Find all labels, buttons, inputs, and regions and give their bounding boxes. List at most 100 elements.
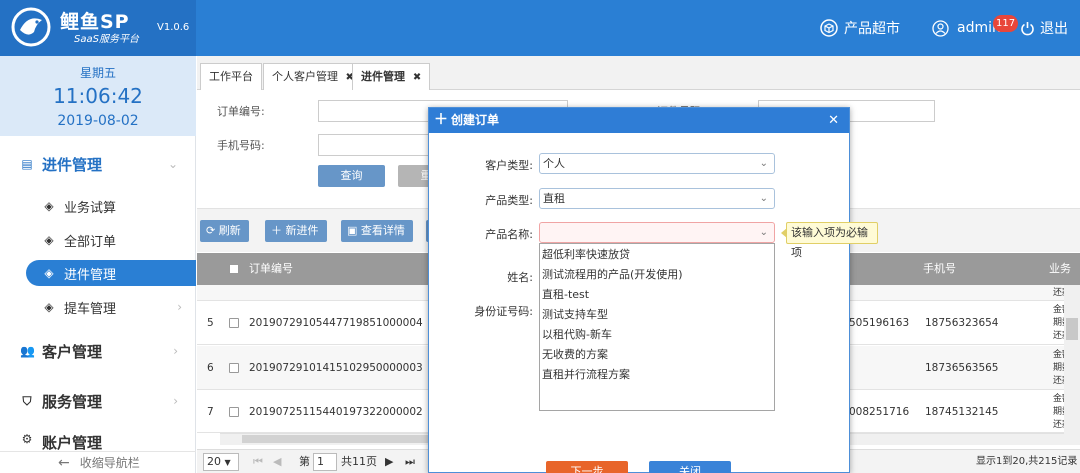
row-checkbox[interactable] [229,318,239,328]
order-no-cell: 20190729105447719851000004 [249,317,423,329]
customer-type-select[interactable]: 个人 ⌄ [539,153,775,174]
row-checkbox[interactable] [229,363,239,373]
shield-icon: ⛉ [22,393,32,408]
tab-workbench[interactable]: 工作平台 [200,63,262,90]
tab-label: 个人客户管理 [272,70,338,83]
plus-icon: ＋ [434,112,448,128]
close-dialog-button[interactable]: 关闭 [649,461,731,473]
sidebar-item-label: 提车管理 [64,301,117,317]
prev-page-icon[interactable]: ◀ [273,450,281,473]
refresh-button[interactable]: ⟳ 刷新 [200,220,249,242]
view-details-button[interactable]: ▣ 查看详情 [341,220,413,242]
tag-icon: ◈ [44,266,54,280]
next-page-icon[interactable]: ▶ [385,450,393,473]
clock-weekday: 星期五 [79,66,116,80]
phone-cell: 18745132145 [925,406,999,418]
phone-cell: 18756323654 [925,317,999,329]
user-menu[interactable]: admin [932,0,1001,56]
sidebar-group-progress[interactable]: ▤ 进件管理 ⌄ [0,147,196,181]
create-order-dialog: ＋ 创建订单 ✕ 客户类型: 个人 ⌄ 产品类型: 直租 ⌄ 产品名称: ⌄ 该… [428,107,878,473]
chevron-down-icon: ⌄ [759,227,768,238]
dropdown-option[interactable]: 无收费的方案 [542,345,608,365]
phone-cell: 18736563565 [925,362,999,374]
tab-personal-customers[interactable]: 个人客户管理 ✖ [263,63,363,90]
required-field-tooltip: 该输入项为必输项 [786,222,878,259]
first-page-icon[interactable]: ⏮ [253,450,263,473]
chevron-down-icon: ⌄ [759,193,768,204]
collapse-sidebar-button[interactable]: ← 收缩导航栏 [0,451,196,473]
customer-type-value: 个人 [543,157,565,170]
tab-progress[interactable]: 进件管理 ✖ [352,63,431,90]
record-summary: 显示1到20,共215记录 [976,456,1078,467]
sidebar-item-all-orders[interactable]: ◈ 全部订单 [0,227,196,253]
page-suffix: 共11页 [341,455,377,468]
dropdown-option[interactable]: 测试支持车型 [542,305,608,325]
clock-date: 2019-08-02 [57,113,139,129]
sidebar-group-customer[interactable]: 👥 客户管理 › [0,334,196,368]
select-all-checkbox[interactable] [229,264,239,274]
product-market-label: 产品超市 [844,21,900,37]
top-bar: 鲤鱼SP V1.0.6 SaaS服务平台 产品超市 admin 117 退出 [0,0,1080,56]
tab-label: 工作平台 [209,70,253,83]
row-index: 5 [207,317,214,329]
horizontal-scrollbar-thumb[interactable] [242,435,442,443]
column-header-business: 业务信息 [1049,262,1071,307]
logout-label: 退出 [1040,21,1068,37]
product-name-label: 产品名称: [485,228,533,241]
product-type-select[interactable]: 直租 ⌄ [539,188,775,209]
new-entry-label: 新进件 [285,224,319,237]
dropdown-option[interactable]: 直租并行流程方案 [542,365,630,385]
dropdown-option[interactable]: 测试流程用的产品(开发使用) [542,265,683,285]
dropdown-option[interactable]: 超低利率快速放贷 [542,245,630,265]
name-label: 姓名: [507,271,533,284]
product-name-select[interactable]: ⌄ [539,222,775,243]
app-version: V1.0.6 [157,22,190,33]
sidebar-group-account[interactable]: ⚙ 账户管理 [0,432,196,450]
tab-label: 进件管理 [361,70,405,83]
product-market-link[interactable]: 产品超市 [820,0,900,56]
view-details-label: 查看详情 [360,224,405,237]
sidebar-item-label: 全部订单 [64,234,117,250]
id-cell: 505196163 [849,317,910,329]
page-number-input[interactable]: 1 [313,453,337,471]
close-icon[interactable]: ✕ [828,108,839,133]
new-entry-button[interactable]: ＋ 新进件 [265,220,327,242]
page-prefix: 第 [299,455,310,468]
user-icon [932,19,949,37]
sidebar-item-trial[interactable]: ◈ 业务试算 [0,193,196,219]
plus-icon: ＋ [271,224,282,237]
carp-logo-icon [11,7,51,47]
sidebar-group-label: 账户管理 [42,434,103,450]
close-icon[interactable]: ✖ [413,72,421,83]
query-button[interactable]: 查询 [318,165,385,187]
order-no-cell: 20190725115440197322000002 [249,406,423,418]
chevron-down-icon: ⌄ [167,157,178,171]
sidebar-item-label: 进件管理 [64,267,117,283]
document-icon: ▤ [21,157,33,171]
chevron-right-icon: › [173,344,178,358]
column-header-order-no: 订单编号 [249,262,293,275]
dialog-title: 创建订单 [451,113,500,127]
sidebar-group-label: 客户管理 [42,342,103,361]
notification-badge[interactable]: 117 [993,15,1019,32]
logout-button[interactable]: 退出 [1020,0,1068,56]
vertical-scrollbar[interactable] [1064,285,1080,445]
users-icon: 👥 [20,344,35,358]
sidebar-item-progress-active[interactable]: ◈ 进件管理 [26,260,196,286]
page-size-select[interactable]: 20 ▼ [203,453,239,471]
id-cell: 008251716 [849,406,910,418]
next-step-button[interactable]: 下一步 [546,461,628,473]
tab-bar: 工作平台 个人客户管理 ✖ 进件管理 ✖ [197,56,1080,90]
dropdown-option[interactable]: 直租-test [542,285,589,305]
logo-area: 鲤鱼SP V1.0.6 SaaS服务平台 [0,0,196,56]
vertical-scrollbar-thumb[interactable] [1066,318,1078,340]
dropdown-option[interactable]: 以租代购-新车 [542,325,612,345]
chevron-right-icon: › [177,300,182,314]
cube-icon [820,19,838,37]
last-page-icon[interactable]: ⏭ [405,450,415,473]
sidebar-group-service[interactable]: ⛉ 服务管理 › [0,384,196,418]
collapse-sidebar-label: 收缩导航栏 [79,456,140,470]
tag-icon: ◈ [44,199,54,213]
row-checkbox[interactable] [229,407,239,417]
sidebar-item-pickup[interactable]: ◈ 提车管理 › [0,294,196,320]
